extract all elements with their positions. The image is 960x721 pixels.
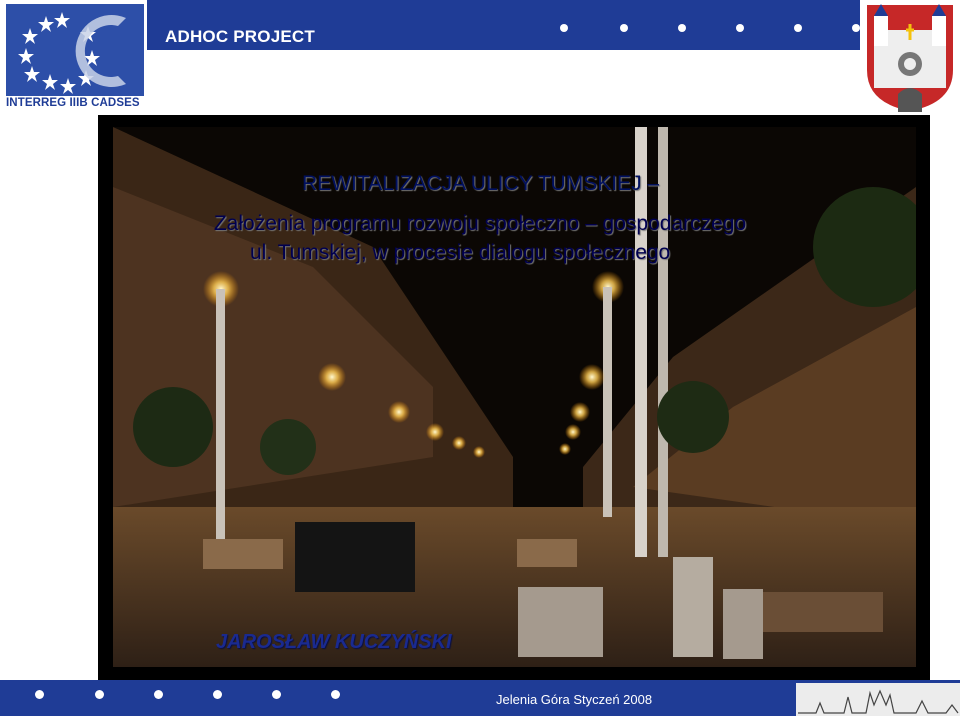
footer-dot	[154, 690, 163, 699]
street-night-photo	[113, 127, 916, 667]
slide-title-line1: REWITALIZACJA ULICY TUMSKIEJ –	[302, 172, 660, 195]
footer-dot	[95, 690, 104, 699]
footer-location-date: Jelenia Góra Styczeń 2008	[496, 692, 653, 707]
eu-stars-logo-icon	[6, 4, 144, 96]
header-dots	[560, 24, 860, 34]
slide-title-line2: Założenia programu rozwoju społeczno – g…	[213, 212, 747, 235]
city-crest	[860, 0, 960, 115]
coat-of-arms-icon	[865, 3, 955, 114]
interreg-logo: INTERREG IIIB CADSES	[0, 0, 147, 115]
interreg-logo-text: INTERREG IIIB CADSES	[6, 97, 140, 109]
footer-dot	[272, 690, 281, 699]
slide-title-line3: ul. Tumskiej, w procesie dialogu społecz…	[250, 241, 671, 264]
footer-dot	[331, 690, 340, 699]
footer-dot	[213, 690, 222, 699]
author-name: JAROSŁAW KUCZYŃSKI	[216, 631, 452, 653]
left-margin	[0, 115, 98, 680]
right-margin	[930, 115, 960, 680]
project-title: ADHOC PROJECT	[165, 27, 315, 46]
city-skyline-drawing-icon	[796, 683, 960, 716]
footer-dot	[35, 690, 44, 699]
